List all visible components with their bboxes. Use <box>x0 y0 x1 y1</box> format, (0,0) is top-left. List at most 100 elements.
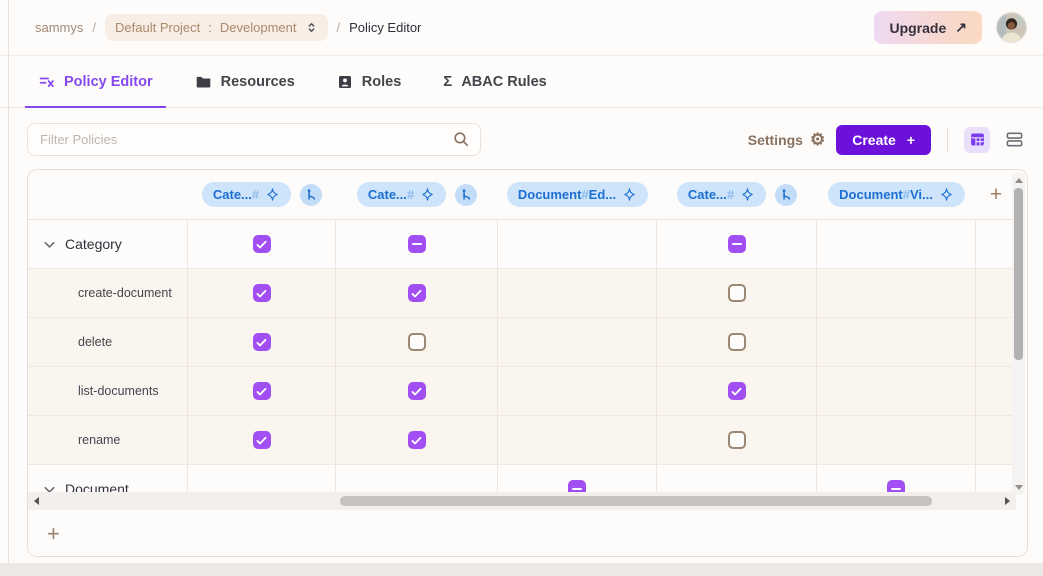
permission-checkbox-checked[interactable] <box>253 382 271 400</box>
pill-label: Cate...# <box>213 187 259 202</box>
permission-checkbox-checked[interactable] <box>728 382 746 400</box>
chevron-up-down-icon <box>305 21 318 34</box>
project-environment-selector[interactable]: Default Project : Development <box>105 14 328 41</box>
tab-label: ABAC Rules <box>461 74 546 90</box>
role-derivation-icon[interactable] <box>775 184 797 206</box>
settings-button[interactable]: Settings ⚙ <box>748 131 825 148</box>
permission-checkbox-checked[interactable] <box>253 284 271 302</box>
policy-toolbar: Settings ⚙ Create + <box>0 123 1043 156</box>
horizontal-scrollbar[interactable] <box>28 492 1016 510</box>
tabs-bar: Policy Editor Resources Roles Σ ABAC Rul… <box>0 56 1043 108</box>
environment-name: Development <box>220 20 297 35</box>
permission-cell <box>188 465 336 492</box>
permission-cell <box>657 416 817 464</box>
column-head: Document#Ed... <box>498 170 657 219</box>
gear-icon: ⚙ <box>810 131 825 148</box>
search-icon <box>452 130 470 153</box>
permission-cell <box>976 318 1016 366</box>
breadcrumb-separator: / <box>337 20 341 35</box>
permission-cell <box>498 416 657 464</box>
vertical-scrollbar[interactable] <box>1012 173 1025 495</box>
permission-cell <box>498 367 657 415</box>
list-view-toggle[interactable] <box>1001 127 1027 153</box>
sparkle-icon <box>265 187 280 202</box>
tab-abac-rules[interactable]: Σ ABAC Rules <box>430 56 559 107</box>
role-derivation-icon[interactable] <box>300 184 322 206</box>
permission-checkbox-checked[interactable] <box>253 333 271 351</box>
policy-row-delete: delete <box>28 318 1016 367</box>
tab-resources[interactable]: Resources <box>182 56 308 107</box>
list-view-icon <box>1005 130 1024 149</box>
tab-policy-editor[interactable]: Policy Editor <box>25 56 166 107</box>
breadcrumb-page: Policy Editor <box>349 20 421 35</box>
breadcrumb-separator: / <box>92 20 96 35</box>
chevron-down-icon[interactable] <box>41 481 58 493</box>
permission-checkbox-checked[interactable] <box>253 235 271 253</box>
policy-matrix-card: Cate...# Cate...# Document#Ed... Cate...# Do… <box>27 169 1028 557</box>
permission-checkbox-indeterminate[interactable] <box>887 480 905 492</box>
resource-role-pill[interactable]: Cate...# <box>357 182 446 207</box>
permission-checkbox-checked[interactable] <box>253 431 271 449</box>
scroll-down-arrow-icon[interactable] <box>1015 485 1023 490</box>
permission-cell <box>498 318 657 366</box>
add-column-button[interactable]: + <box>990 184 1002 205</box>
permission-checkbox-unchecked[interactable] <box>408 333 426 351</box>
scroll-right-arrow-icon[interactable] <box>1005 497 1010 505</box>
permission-cell <box>817 367 976 415</box>
tab-label: Resources <box>221 74 295 90</box>
permission-cell <box>188 416 336 464</box>
pill-label: Document#Vi... <box>839 187 933 202</box>
chevron-down-icon[interactable] <box>41 236 58 253</box>
permission-cell <box>188 318 336 366</box>
column-head: Document#Vi... <box>817 170 976 219</box>
role-derivation-icon[interactable] <box>455 184 477 206</box>
grid-view-toggle[interactable] <box>964 127 990 153</box>
resource-role-pill[interactable]: Document#Ed... <box>507 182 648 207</box>
tab-roles[interactable]: Roles <box>324 56 415 107</box>
column-head: Cate...# <box>336 170 498 219</box>
permission-cell <box>188 269 336 317</box>
breadcrumb-org[interactable]: sammys <box>35 20 83 35</box>
permission-cell <box>976 269 1016 317</box>
action-label-cell: list-documents <box>28 367 188 415</box>
grid-footer: + <box>28 510 1027 557</box>
plus-icon: + <box>907 132 915 148</box>
grid-view-icon <box>969 131 986 148</box>
filter-policies-input[interactable] <box>27 123 481 156</box>
sparkle-icon <box>420 187 435 202</box>
create-button[interactable]: Create + <box>836 125 931 155</box>
permission-cell <box>336 269 498 317</box>
resource-role-pill[interactable]: Cate...# <box>202 182 291 207</box>
permission-checkbox-indeterminate[interactable] <box>568 480 586 492</box>
row-label: create-document <box>78 286 172 300</box>
scroll-up-arrow-icon[interactable] <box>1015 178 1023 183</box>
sparkle-icon <box>939 187 954 202</box>
permission-checkbox-checked[interactable] <box>408 382 426 400</box>
permission-checkbox-indeterminate[interactable] <box>408 235 426 253</box>
permission-checkbox-unchecked[interactable] <box>728 284 746 302</box>
add-resource-button[interactable]: + <box>47 523 60 545</box>
permission-checkbox-indeterminate[interactable] <box>728 235 746 253</box>
horizontal-scrollbar-thumb[interactable] <box>340 496 932 506</box>
folder-icon <box>195 73 212 90</box>
scroll-left-arrow-icon[interactable] <box>34 497 39 505</box>
permission-cell <box>498 269 657 317</box>
permission-checkbox-checked[interactable] <box>408 284 426 302</box>
toolbar-right: Settings ⚙ Create + <box>748 125 1027 155</box>
permission-cell <box>976 465 1016 492</box>
user-avatar[interactable] <box>996 12 1027 43</box>
resource-role-pill[interactable]: Cate...# <box>677 182 766 207</box>
permission-checkbox-checked[interactable] <box>408 431 426 449</box>
upgrade-button[interactable]: Upgrade ↗ <box>874 11 982 44</box>
permission-cell <box>336 367 498 415</box>
grid-body: Categorycreate-documentdeletelist-docume… <box>28 220 1016 492</box>
vertical-scrollbar-thumb[interactable] <box>1014 188 1023 360</box>
permission-checkbox-unchecked[interactable] <box>728 333 746 351</box>
permission-cell <box>336 465 498 492</box>
permission-checkbox-unchecked[interactable] <box>728 431 746 449</box>
policy-row-create-document: create-document <box>28 269 1016 318</box>
resource-role-pill[interactable]: Document#Vi... <box>828 182 965 207</box>
permission-cell <box>336 318 498 366</box>
filter-field-wrap <box>27 123 481 156</box>
row-label: delete <box>78 335 112 349</box>
